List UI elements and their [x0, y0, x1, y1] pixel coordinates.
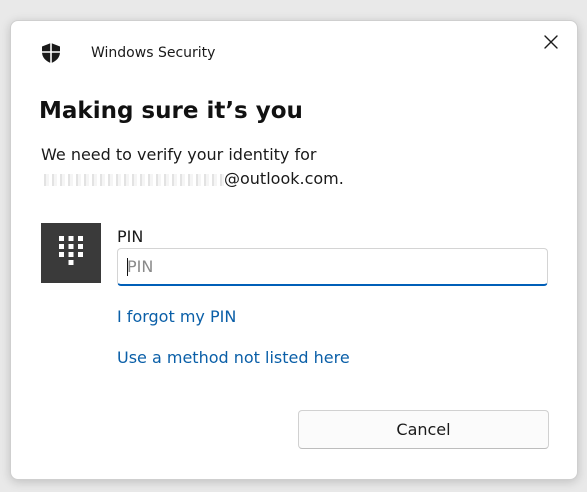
forgot-pin-link[interactable]: I forgot my PIN: [117, 305, 236, 329]
shield-icon: [40, 42, 62, 64]
pin-input[interactable]: [127, 249, 539, 284]
verify-description: We need to verify your identity for: [41, 145, 317, 164]
redacted-email-name: [41, 173, 224, 186]
app-title: Windows Security: [91, 45, 216, 61]
cancel-button[interactable]: Cancel: [298, 410, 549, 449]
email-suffix: @outlook.com.: [224, 169, 344, 188]
other-method-link[interactable]: Use a method not listed here: [117, 346, 350, 370]
pin-tile: [41, 223, 101, 283]
close-icon: [544, 34, 558, 53]
account-email: @outlook.com.: [41, 167, 344, 191]
close-button[interactable]: [537, 29, 565, 57]
pin-label: PIN: [117, 227, 144, 246]
page-title: Making sure it’s you: [39, 98, 303, 124]
pin-field[interactable]: [117, 248, 548, 286]
keypad-icon: [56, 234, 86, 272]
windows-security-dialog: Windows Security Making sure it’s you We…: [10, 20, 578, 480]
